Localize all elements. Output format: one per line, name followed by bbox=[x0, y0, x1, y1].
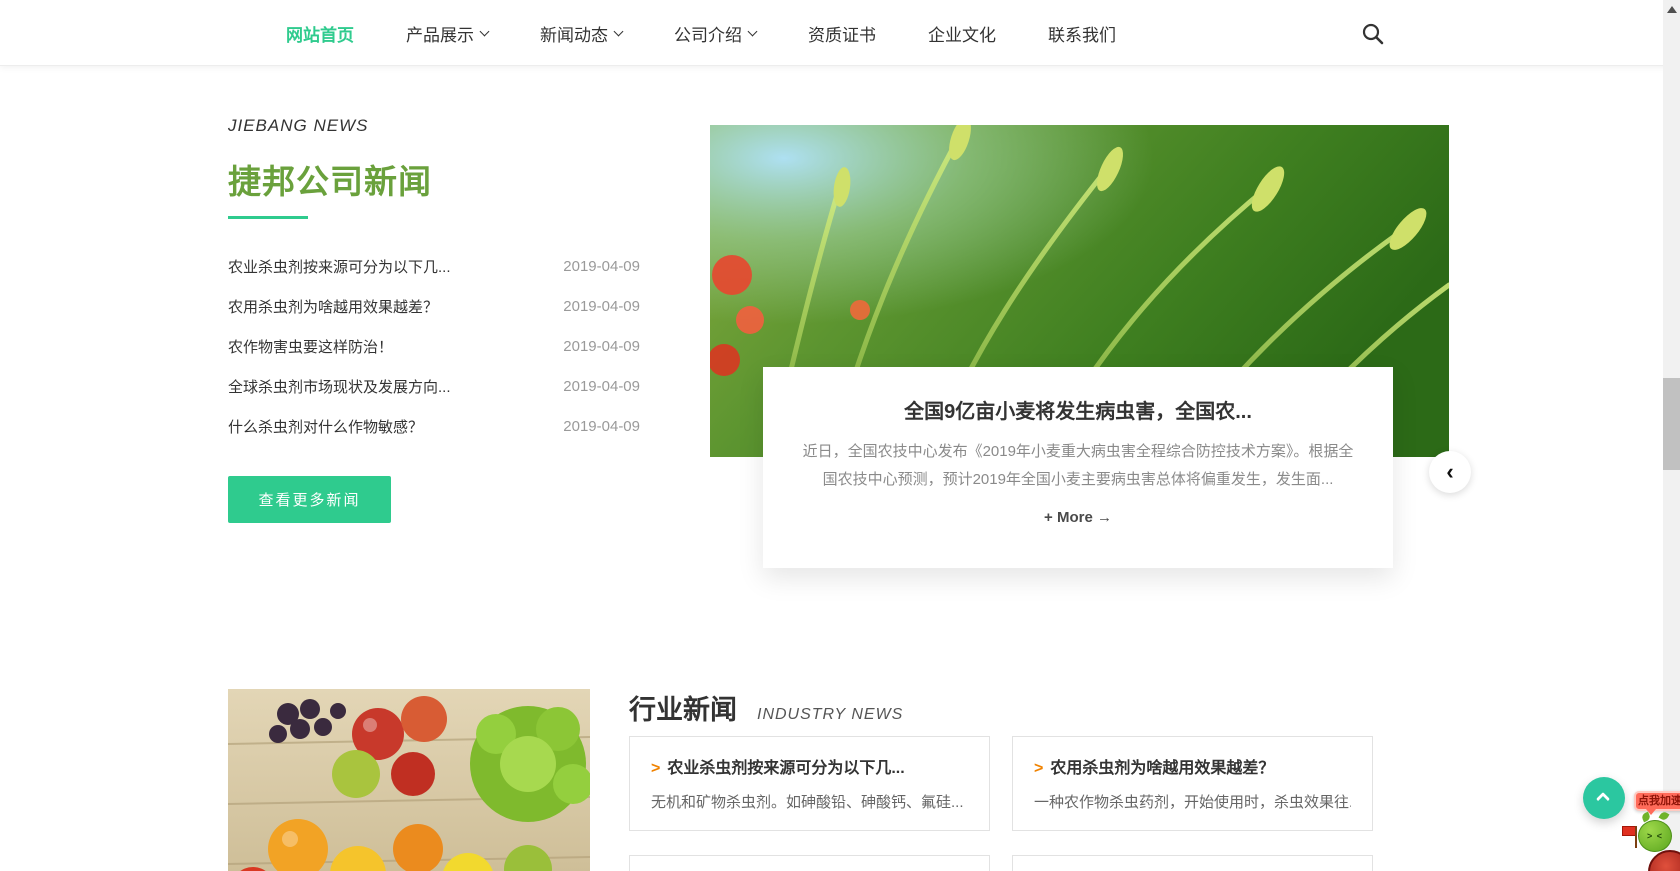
nav-item-certificates[interactable]: 资质证书 bbox=[808, 21, 876, 46]
chevron-up-icon bbox=[1596, 792, 1610, 806]
industry-news-grid: > 农业杀虫剂按来源可分为以下几... 无机和矿物杀虫剂。如砷酸铅、砷酸钙、氟硅.… bbox=[629, 736, 1373, 871]
industry-news-card[interactable]: >全球杀虫剂市场现状及发展方向... bbox=[1012, 855, 1373, 871]
nav-item-news[interactable]: 新闻动态 bbox=[540, 21, 622, 46]
company-news-eyebrow: JIEBANG NEWS bbox=[228, 116, 368, 136]
page: 网站首页 产品展示 新闻动态 公司介绍 资质证书 企业文化 联系我们 bbox=[0, 0, 1680, 871]
featured-more-link[interactable]: + More → bbox=[1044, 509, 1112, 526]
nav-item-culture[interactable]: 企业文化 bbox=[928, 21, 996, 46]
mascot-head: > < bbox=[1638, 820, 1672, 852]
news-row[interactable]: 全球杀虫剂市场现状及发展方向... 2019-04-09 bbox=[228, 366, 640, 406]
card-excerpt: 无机和矿物杀虫剂。如砷酸铅、砷酸钙、氟硅... bbox=[651, 791, 968, 812]
company-news-title: 捷邦公司新闻 bbox=[228, 155, 432, 203]
red-flag-icon bbox=[1622, 826, 1636, 836]
chevron-down-icon bbox=[614, 26, 624, 36]
nav-item-label: 公司介绍 bbox=[674, 21, 742, 46]
news-date: 2019-04-09 bbox=[563, 298, 640, 315]
news-date: 2019-04-09 bbox=[563, 418, 640, 435]
nav-item-label: 联系我们 bbox=[1048, 21, 1116, 46]
news-title: 什么杀虫剂对什么作物敏感？ bbox=[228, 416, 423, 437]
nav-item-label: 网站首页 bbox=[286, 21, 354, 46]
back-to-top-button[interactable] bbox=[1583, 777, 1625, 819]
industry-news-title: 行业新闻 bbox=[629, 688, 737, 727]
card-excerpt: 一种农作物杀虫药剂，开始使用时，杀虫效果往... bbox=[1034, 791, 1351, 812]
speed-up-badge[interactable]: 点我加速 bbox=[1634, 791, 1680, 811]
news-title: 农用杀虫剂为啥越用效果越差？ bbox=[228, 296, 438, 317]
industry-news-card[interactable]: > 农业杀虫剂按来源可分为以下几... 无机和矿物杀虫剂。如砷酸铅、砷酸钙、氟硅.… bbox=[629, 736, 990, 831]
main-nav: 网站首页 产品展示 新闻动态 公司介绍 资质证书 企业文化 联系我们 bbox=[286, 0, 1116, 66]
news-date: 2019-04-09 bbox=[563, 378, 640, 395]
nav-item-home[interactable]: 网站首页 bbox=[286, 21, 354, 46]
mascot-eyes: > < bbox=[1647, 831, 1663, 841]
news-date: 2019-04-09 bbox=[563, 258, 640, 275]
news-row[interactable]: 农用杀虫剂为啥越用效果越差？ 2019-04-09 bbox=[228, 286, 640, 326]
card-title: > 农业杀虫剂按来源可分为以下几... bbox=[651, 754, 968, 778]
watermelon-icon: 88 bbox=[1648, 850, 1680, 871]
view-more-news-button[interactable]: 查看更多新闻 bbox=[228, 476, 391, 523]
nav-item-label: 产品展示 bbox=[406, 21, 474, 46]
news-row[interactable]: 什么杀虫剂对什么作物敏感？ 2019-04-09 bbox=[228, 406, 640, 446]
card-title: > 农用杀虫剂为啥越用效果越差？ bbox=[1034, 754, 1351, 778]
featured-news-excerpt: 近日，全国农技中心发布《2019年小麦重大病虫害全程综合防控技术方案》。根据全国… bbox=[799, 438, 1357, 494]
news-title: 农作物害虫要这样防治！ bbox=[228, 336, 393, 357]
chevron-down-icon bbox=[480, 26, 490, 36]
industry-news-heading: 行业新闻 INDUSTRY NEWS bbox=[629, 688, 903, 727]
arrow-bullet-icon: > bbox=[651, 760, 660, 777]
accelerator-mascot[interactable]: 点我加速 > < 88 bbox=[1620, 788, 1680, 871]
title-underline bbox=[228, 216, 308, 219]
fruits-vegetables-image bbox=[228, 689, 590, 871]
news-title: 全球杀虫剂市场现状及发展方向... bbox=[228, 376, 451, 397]
flag-pole bbox=[1635, 826, 1637, 848]
arrow-bullet-icon: > bbox=[1034, 760, 1043, 777]
featured-news-card: 全国9亿亩小麦将发生病虫害，全国农... 近日，全国农技中心发布《2019年小麦… bbox=[763, 367, 1393, 568]
nav-item-about[interactable]: 公司介绍 bbox=[674, 21, 756, 46]
industry-news-subtitle: INDUSTRY NEWS bbox=[757, 706, 903, 724]
scrollbar-up-arrow-icon[interactable] bbox=[1667, 6, 1677, 13]
chevron-down-icon bbox=[748, 26, 758, 36]
nav-item-label: 资质证书 bbox=[808, 21, 876, 46]
news-title: 农业杀虫剂按来源可分为以下几... bbox=[228, 256, 451, 277]
nav-item-products[interactable]: 产品展示 bbox=[406, 21, 488, 46]
news-row[interactable]: 农作物害虫要这样防治！ 2019-04-09 bbox=[228, 326, 640, 366]
top-navigation-bar: 网站首页 产品展示 新闻动态 公司介绍 资质证书 企业文化 联系我们 bbox=[0, 0, 1680, 66]
nav-item-contact[interactable]: 联系我们 bbox=[1048, 21, 1116, 46]
nav-item-label: 新闻动态 bbox=[540, 21, 608, 46]
chevron-left-icon: ‹ bbox=[1446, 459, 1453, 485]
card-title-text: 农业杀虫剂按来源可分为以下几... bbox=[667, 760, 904, 777]
industry-news-card[interactable]: > 农用杀虫剂为啥越用效果越差？ 一种农作物杀虫药剂，开始使用时，杀虫效果往... bbox=[1012, 736, 1373, 831]
industry-news-card[interactable]: >农作物害虫要这样防治！ bbox=[629, 855, 990, 871]
nav-item-label: 企业文化 bbox=[928, 21, 996, 46]
company-news-list: 农业杀虫剂按来源可分为以下几... 2019-04-09 农用杀虫剂为啥越用效果… bbox=[228, 246, 640, 446]
search-icon[interactable] bbox=[1360, 21, 1386, 47]
news-row[interactable]: 农业杀虫剂按来源可分为以下几... 2019-04-09 bbox=[228, 246, 640, 286]
news-date: 2019-04-09 bbox=[563, 338, 640, 355]
scrollbar-thumb[interactable] bbox=[1663, 378, 1680, 470]
browser-scrollbar[interactable] bbox=[1663, 0, 1680, 871]
card-title-text: 农用杀虫剂为啥越用效果越差？ bbox=[1050, 760, 1274, 777]
carousel-prev-button[interactable]: ‹ bbox=[1429, 451, 1471, 493]
featured-news-title[interactable]: 全国9亿亩小麦将发生病虫害，全国农... bbox=[799, 395, 1357, 424]
